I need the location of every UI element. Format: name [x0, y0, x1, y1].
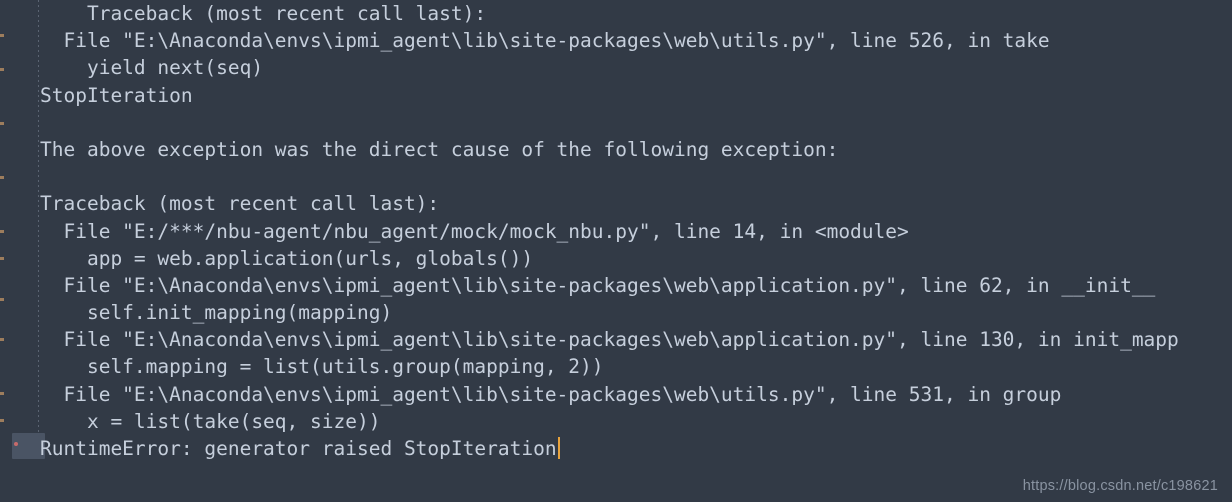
console-line[interactable]: File "E:\Anaconda\envs\ipmi_agent\lib\si…	[40, 272, 1232, 299]
console-line[interactable]: self.init_mapping(mapping)	[40, 299, 1232, 326]
error-stripe-mark[interactable]	[0, 419, 4, 422]
console-line-text: File "E:/***/nbu-agent/nbu_agent/mock/mo…	[40, 219, 909, 243]
error-stripe-mark[interactable]	[0, 34, 4, 37]
text-cursor	[557, 437, 560, 459]
console-line[interactable]: File "E:/***/nbu-agent/nbu_agent/mock/mo…	[40, 218, 1232, 245]
error-stripe-mark[interactable]	[0, 68, 4, 71]
console-line-text: app = web.application(urls, globals())	[40, 246, 534, 270]
error-stripe-mark[interactable]	[0, 338, 4, 341]
error-stripe-mark[interactable]	[0, 298, 4, 301]
console-line[interactable]: yield next(seq)	[40, 54, 1232, 81]
console-output-screen: Traceback (most recent call last): File …	[0, 0, 1232, 502]
console-line-text: self.init_mapping(mapping)	[40, 301, 393, 325]
console-line[interactable]: Traceback (most recent call last):	[40, 190, 1232, 217]
error-stripe-mark[interactable]	[0, 176, 4, 179]
console-line-text: File "E:\Anaconda\envs\ipmi_agent\lib\si…	[40, 29, 1050, 53]
traceback-console-text[interactable]: Traceback (most recent call last): File …	[40, 0, 1232, 470]
console-line-text: The above exception was the direct cause…	[40, 137, 839, 161]
console-line-text: yield next(seq)	[40, 56, 264, 80]
console-line[interactable]: File "E:\Anaconda\envs\ipmi_agent\lib\si…	[40, 27, 1232, 54]
console-line-text: File "E:\Anaconda\envs\ipmi_agent\lib\si…	[40, 328, 1179, 352]
error-stripe-mark[interactable]	[0, 257, 4, 260]
console-line-text: File "E:\Anaconda\envs\ipmi_agent\lib\si…	[40, 273, 1156, 297]
console-line[interactable]: app = web.application(urls, globals())	[40, 245, 1232, 272]
console-line-text: self.mapping = list(utils.group(mapping,…	[40, 355, 604, 379]
console-line[interactable]: RuntimeError: generator raised StopItera…	[40, 435, 1232, 462]
console-line-text: StopIteration	[40, 83, 193, 107]
console-line[interactable]: x = list(take(seq, size))	[40, 408, 1232, 435]
error-stripe-gutter[interactable]	[0, 0, 12, 502]
error-stripe-mark[interactable]	[0, 230, 4, 233]
console-line[interactable]: File "E:\Anaconda\envs\ipmi_agent\lib\si…	[40, 381, 1232, 408]
console-line[interactable]: StopIteration	[40, 82, 1232, 109]
line-number-gutter[interactable]	[12, 0, 45, 502]
console-line-text: x = list(take(seq, size))	[40, 409, 381, 433]
console-line[interactable]: Traceback (most recent call last):	[40, 0, 1232, 27]
console-line-text: File "E:\Anaconda\envs\ipmi_agent\lib\si…	[40, 382, 1062, 406]
console-line[interactable]	[40, 163, 1232, 190]
error-stripe-mark[interactable]	[0, 122, 4, 125]
console-line[interactable]: self.mapping = list(utils.group(mapping,…	[40, 353, 1232, 380]
error-stripe-mark[interactable]	[0, 392, 4, 395]
console-line[interactable]: File "E:\Anaconda\envs\ipmi_agent\lib\si…	[40, 326, 1232, 353]
indent-guide-line	[38, 0, 39, 432]
watermark-url: https://blog.csdn.net/c198621	[1022, 478, 1218, 494]
console-line[interactable]	[40, 109, 1232, 136]
console-line[interactable]: The above exception was the direct cause…	[40, 136, 1232, 163]
console-line-text: RuntimeError: generator raised StopItera…	[40, 437, 557, 460]
console-line-text: Traceback (most recent call last):	[40, 2, 487, 25]
console-line-text: Traceback (most recent call last):	[40, 192, 440, 216]
